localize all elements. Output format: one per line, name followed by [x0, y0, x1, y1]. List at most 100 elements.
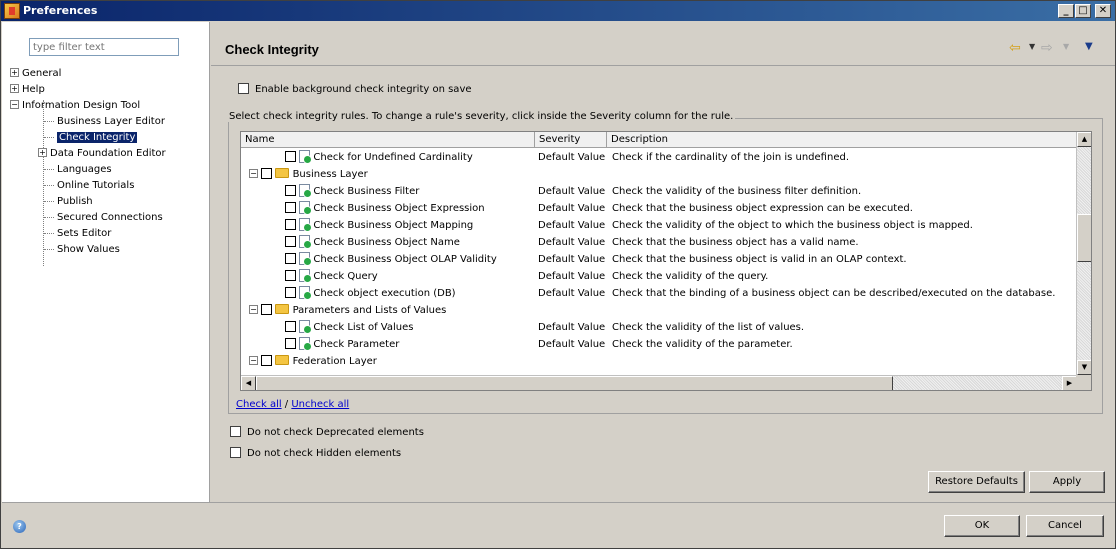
rule-checkbox[interactable] [285, 235, 296, 247]
forward-arrow-icon[interactable]: ⇨ [1041, 40, 1053, 56]
rule-checkbox[interactable] [285, 150, 296, 162]
enable-background-checkbox[interactable] [238, 82, 249, 94]
filter-input[interactable] [29, 38, 179, 56]
tree-item-sets-editor[interactable]: Sets Editor [44, 226, 111, 242]
table-row[interactable]: Check List of Values Default Value Check… [241, 319, 1077, 336]
table-row[interactable]: Check Business Object Expression Default… [241, 200, 1077, 217]
deprecated-option[interactable]: Do not check Deprecated elements [230, 425, 424, 440]
tree-item-label: Secured Connections [57, 212, 163, 223]
tree-item-data-foundation-editor[interactable]: + Data Foundation Editor [38, 146, 166, 162]
collapse-icon[interactable]: − [10, 99, 19, 109]
help-icon[interactable]: ? [13, 520, 26, 533]
maximize-button[interactable]: □ [1075, 4, 1091, 18]
column-header-name[interactable]: Name [241, 132, 535, 148]
rule-checkbox[interactable] [285, 252, 296, 264]
minimize-button[interactable]: _ [1058, 4, 1074, 18]
table-group-row[interactable]: − Federation Layer [241, 353, 1077, 370]
rule-name: Check object execution (DB) [313, 288, 456, 299]
scroll-left-icon[interactable]: ◀ [241, 376, 256, 390]
deprecated-checkbox[interactable] [230, 425, 241, 437]
uncheck-all-link[interactable]: Uncheck all [291, 399, 349, 410]
hidden-checkbox[interactable] [230, 446, 241, 458]
tree-item-label: Check Integrity [57, 132, 138, 143]
tree-item-information-design-tool[interactable]: − Information Design Tool [10, 98, 140, 114]
column-header-severity[interactable]: Severity [535, 132, 607, 148]
table-row[interactable]: Check for Undefined Cardinality Default … [241, 149, 1077, 166]
collapse-icon[interactable]: − [249, 168, 258, 178]
rule-checkbox[interactable] [285, 286, 296, 298]
table-row[interactable]: Check Query Default Value Check the vali… [241, 268, 1077, 285]
table-row[interactable]: Check Business Filter Default Value Chec… [241, 183, 1077, 200]
tree-item-label: Publish [57, 196, 93, 207]
rule-checkbox[interactable] [285, 218, 296, 230]
rule-severity[interactable]: Default Value [538, 251, 605, 268]
table-row[interactable]: Check Parameter Default Value Check the … [241, 336, 1077, 353]
table-header: Name Severity Description [241, 132, 1077, 148]
rule-checkbox[interactable] [285, 269, 296, 281]
expand-icon[interactable]: + [10, 83, 19, 93]
group-checkbox[interactable] [261, 354, 273, 366]
column-header-description[interactable]: Description [607, 132, 1077, 148]
rule-severity[interactable]: Default Value [538, 183, 605, 200]
tree-connector [44, 232, 54, 234]
table-row[interactable]: Check Business Object Mapping Default Va… [241, 217, 1077, 234]
rule-name: Check for Undefined Cardinality [313, 152, 473, 163]
rule-name: Check Business Object OLAP Validity [313, 254, 497, 265]
rule-severity[interactable]: Default Value [538, 149, 605, 166]
rule-severity[interactable]: Default Value [538, 234, 605, 251]
restore-defaults-button[interactable]: Restore Defaults [928, 471, 1025, 493]
group-checkbox[interactable] [261, 167, 273, 179]
tree-item-languages[interactable]: Languages [44, 162, 112, 178]
scroll-down-icon[interactable]: ▼ [1077, 360, 1091, 375]
group-checkbox[interactable] [261, 303, 273, 315]
rule-severity[interactable]: Default Value [538, 336, 605, 353]
tree-item-help[interactable]: + Help [10, 82, 45, 98]
scroll-up-icon[interactable]: ▲ [1077, 132, 1091, 147]
rule-severity[interactable]: Default Value [538, 319, 605, 336]
rule-severity[interactable]: Default Value [538, 217, 605, 234]
rule-severity[interactable]: Default Value [538, 268, 605, 285]
close-button[interactable]: ✕ [1095, 4, 1111, 18]
tree-item-general[interactable]: + General [10, 66, 61, 82]
horizontal-scroll-thumb[interactable] [256, 376, 893, 390]
table-row[interactable]: Check object execution (DB) Default Valu… [241, 285, 1077, 302]
table-group-row[interactable]: − Parameters and Lists of Values [241, 302, 1077, 319]
rule-severity[interactable]: Default Value [538, 200, 605, 217]
tree-item-show-values[interactable]: Show Values [44, 242, 120, 258]
hidden-option[interactable]: Do not check Hidden elements [230, 446, 401, 461]
vertical-scrollbar[interactable]: ▲ ▼ [1076, 132, 1091, 375]
cancel-button[interactable]: Cancel [1026, 515, 1104, 537]
tree-connector [44, 216, 54, 218]
rule-severity[interactable]: Default Value [538, 285, 605, 302]
rule-name: Check Business Object Mapping [313, 220, 474, 231]
rule-checkbox[interactable] [285, 201, 296, 213]
view-menu-icon[interactable]: ▼ [1085, 41, 1093, 52]
back-dropdown-icon[interactable]: ▼ [1029, 42, 1035, 51]
expand-icon[interactable]: + [38, 147, 47, 157]
expand-icon[interactable]: + [10, 67, 19, 77]
title-bar[interactable]: Preferences _ □ ✕ [1, 1, 1115, 21]
tree-item-secured-connections[interactable]: Secured Connections [44, 210, 163, 226]
rule-checkbox[interactable] [285, 337, 296, 349]
table-row[interactable]: Check Business Object OLAP Validity Defa… [241, 251, 1077, 268]
page-header: Check Integrity ⇦ ▼ ⇨ ▼ ▼ [211, 22, 1115, 66]
apply-button[interactable]: Apply [1029, 471, 1105, 493]
enable-background-check-option[interactable]: Enable background check integrity on sav… [238, 82, 472, 97]
table-row[interactable]: Check Business Object Name Default Value… [241, 234, 1077, 251]
tree-item-publish[interactable]: Publish [44, 194, 93, 210]
ok-button[interactable]: OK [944, 515, 1020, 537]
collapse-icon[interactable]: − [249, 355, 258, 365]
table-group-row[interactable]: − Business Layer [241, 166, 1077, 183]
back-arrow-icon[interactable]: ⇦ [1009, 40, 1021, 56]
rule-checkbox[interactable] [285, 320, 296, 332]
tree-item-check-integrity[interactable]: Check Integrity [44, 130, 138, 146]
vertical-scroll-thumb[interactable] [1077, 214, 1091, 262]
collapse-icon[interactable]: − [249, 304, 258, 314]
tree-item-online-tutorials[interactable]: Online Tutorials [44, 178, 134, 194]
tree-item-business-layer-editor[interactable]: Business Layer Editor [44, 114, 165, 130]
rule-checkbox[interactable] [285, 184, 296, 196]
forward-dropdown-icon[interactable]: ▼ [1063, 42, 1069, 51]
horizontal-scrollbar[interactable]: ◀ ▶ [241, 375, 1077, 390]
scroll-right-icon[interactable]: ▶ [1062, 376, 1077, 390]
check-all-link[interactable]: Check all [236, 399, 282, 410]
